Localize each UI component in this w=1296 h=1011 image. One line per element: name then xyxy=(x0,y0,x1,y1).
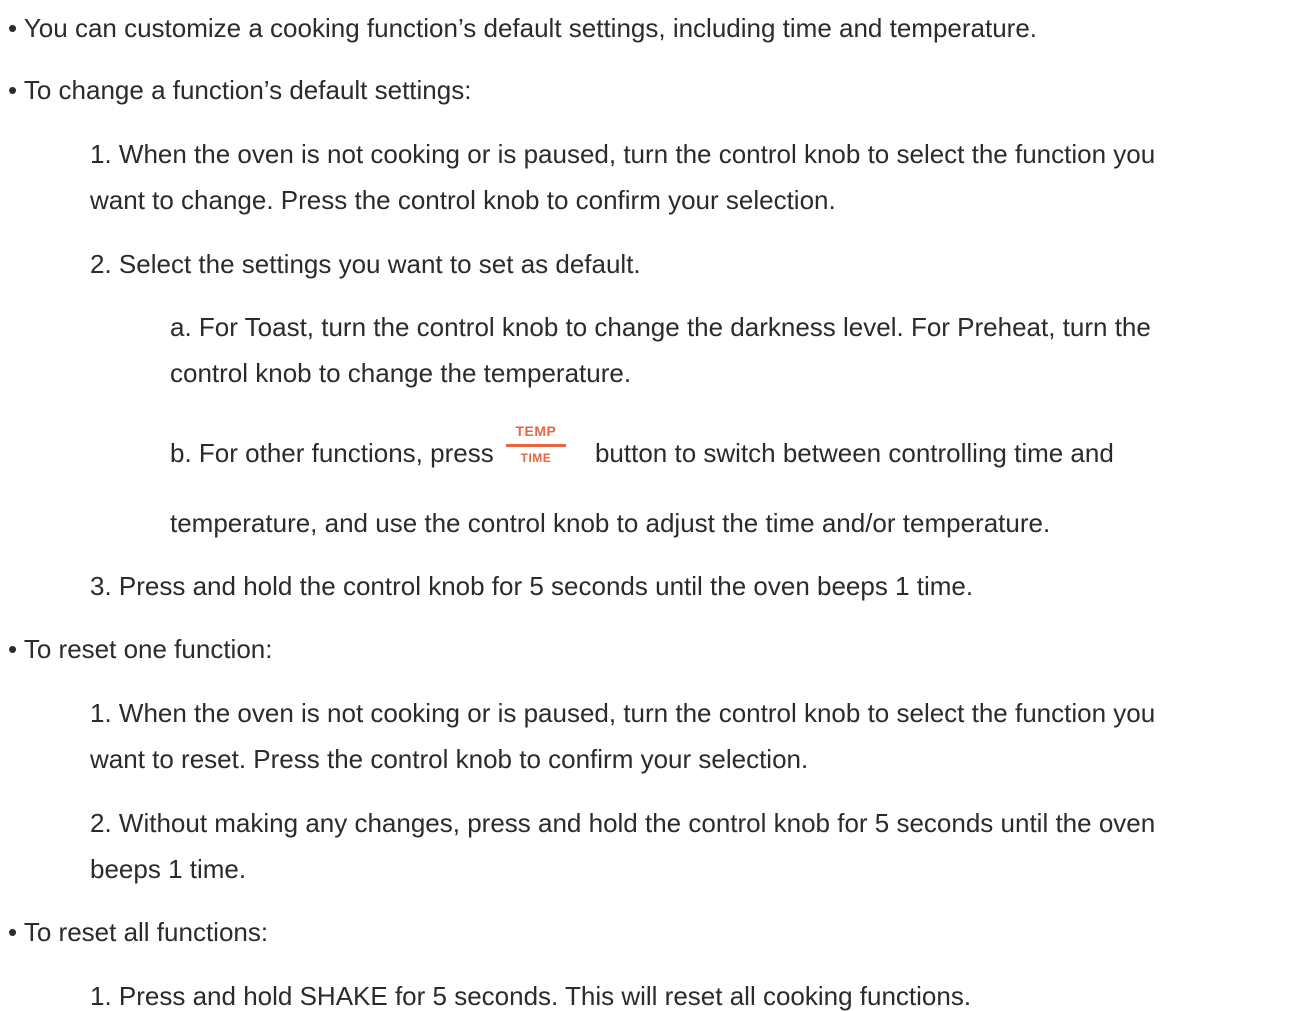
temp-label: TEMP xyxy=(515,423,557,439)
reset-one-heading: • To reset one function: xyxy=(8,634,273,664)
change-step-2a-line-1: a. For Toast, turn the control knob to c… xyxy=(170,312,1151,342)
change-step-3: 3. Press and hold the control knob for 5… xyxy=(90,571,974,601)
time-label: TIME xyxy=(520,451,552,465)
change-step-1-line-1: 1. When the oven is not cooking or is pa… xyxy=(90,139,1156,169)
change-step-2b-line-1: b. For other functions, press TEMP TIME … xyxy=(170,424,1114,466)
change-step-1-line-2: want to change. Press the control knob t… xyxy=(90,185,836,215)
change-defaults-heading: • To change a function’s default setting… xyxy=(8,75,472,105)
reset-all-heading: • To reset all functions: xyxy=(8,917,269,947)
customize-bullet: • You can customize a cooking function’s… xyxy=(8,13,1038,43)
reset-all-step-1: 1. Press and hold SHAKE for 5 seconds. T… xyxy=(90,981,972,1011)
change-step-2b-after: button to switch between controlling tim… xyxy=(594,438,1114,468)
instructions-page: • You can customize a cooking function’s… xyxy=(0,0,1296,1011)
change-step-2: 2. Select the settings you want to set a… xyxy=(90,249,641,279)
change-step-2b-line-2: temperature, and use the control knob to… xyxy=(170,508,1051,538)
temp-time-button-icon: TEMP TIME xyxy=(505,424,567,466)
reset-one-step-1-line-1: 1. When the oven is not cooking or is pa… xyxy=(90,698,1156,728)
reset-one-step-2-line-2: beeps 1 time. xyxy=(90,854,247,884)
temp-time-divider xyxy=(505,444,566,447)
change-step-2a-line-2: control knob to change the temperature. xyxy=(170,358,632,388)
reset-one-step-2-line-1: 2. Without making any changes, press and… xyxy=(90,808,1156,838)
reset-one-step-1-line-2: want to reset. Press the control knob to… xyxy=(90,744,809,774)
change-step-2b-before: b. For other functions, press xyxy=(170,438,494,468)
